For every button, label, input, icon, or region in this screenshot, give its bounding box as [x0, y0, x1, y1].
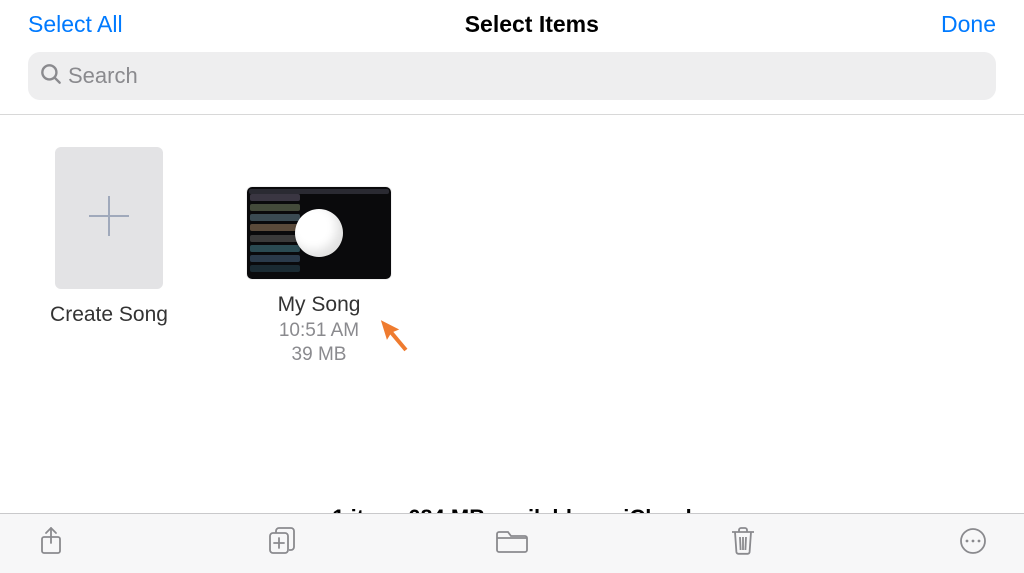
search-field[interactable] — [28, 52, 996, 100]
duplicate-button[interactable] — [265, 527, 299, 561]
song-size: 39 MB — [292, 344, 347, 365]
duplicate-icon — [267, 526, 297, 561]
search-input[interactable] — [68, 63, 986, 89]
page-title: Select Items — [465, 11, 599, 38]
share-button[interactable] — [34, 527, 68, 561]
create-song-label: Create Song — [50, 303, 168, 327]
trash-icon — [730, 526, 756, 561]
items-grid: Create Song My Song 10:51 AM 39 MB — [0, 115, 1024, 399]
song-label: My Song — [278, 293, 361, 317]
song-meta: 10:51 AM 39 MB — [279, 319, 359, 367]
folder-button[interactable] — [495, 527, 529, 561]
song-thumbnail[interactable] — [247, 187, 391, 279]
plus-icon — [83, 190, 135, 247]
create-song-box[interactable] — [55, 147, 163, 289]
song-time: 10:51 AM — [279, 320, 359, 341]
song-tile[interactable]: My Song 10:51 AM 39 MB — [244, 147, 394, 367]
select-all-button[interactable]: Select All — [28, 11, 123, 38]
share-icon — [37, 526, 65, 561]
bottom-toolbar — [0, 513, 1024, 573]
search-icon — [38, 61, 64, 92]
done-button[interactable]: Done — [941, 11, 996, 38]
folder-icon — [495, 528, 529, 559]
nav-bar: Select All Select Items Done — [0, 0, 1024, 48]
more-icon — [958, 526, 988, 561]
create-song-tile[interactable]: Create Song — [34, 147, 184, 327]
more-button[interactable] — [956, 527, 990, 561]
trash-button[interactable] — [726, 527, 760, 561]
